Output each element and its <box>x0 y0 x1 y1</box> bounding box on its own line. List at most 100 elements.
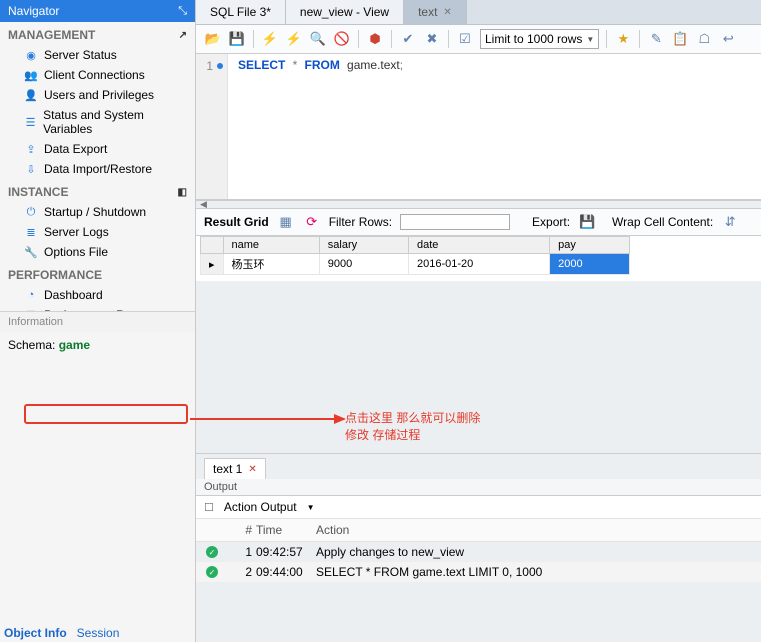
nav-item-data-import[interactable]: ⇩Data Import/Restore <box>0 159 195 179</box>
performance-section-title: PERFORMANCE <box>0 262 195 285</box>
cell-salary[interactable]: 9000 <box>319 254 408 275</box>
stop-icon[interactable]: 🚫 <box>333 30 351 48</box>
grid-icon[interactable]: ▦ <box>277 213 295 231</box>
limit-config-icon[interactable]: ☑ <box>456 30 474 48</box>
result-sub-tabs: text 1✕ <box>196 453 761 479</box>
nav-item-data-export[interactable]: ⇪Data Export <box>0 139 195 159</box>
sql-toolbar: 📂 💾 ⚡ ⚡ 🔍 🚫 ⬢ ✔ ✖ ☑ Limit to 1000 rows▼ … <box>196 25 761 54</box>
nav-item-server-status[interactable]: ◉Server Status <box>0 45 195 65</box>
nav-item-users-privileges[interactable]: 👤Users and Privileges <box>0 85 195 105</box>
status-icon: ☰ <box>24 115 37 129</box>
autocommit-off-icon[interactable]: ✖ <box>423 30 441 48</box>
users-icon: 👤 <box>24 88 38 102</box>
editor-tabs: SQL File 3* new_view - View text✕ <box>196 0 761 25</box>
cell-pay[interactable]: 2000 <box>550 254 630 275</box>
success-icon: ✓ <box>206 546 218 558</box>
limit-rows-combo[interactable]: Limit to 1000 rows▼ <box>480 29 599 49</box>
output-row[interactable]: ✓ 2 09:44:00 SELECT * FROM game.text LIM… <box>196 562 761 582</box>
snippets-icon[interactable]: 📋 <box>671 30 689 48</box>
find-icon[interactable]: ✎ <box>647 30 665 48</box>
navigator-panel: Navigator ⤡ MANAGEMENT ↗ ◉Server Status … <box>0 0 196 642</box>
instance-section-title: INSTANCE ◧ <box>0 179 195 202</box>
grid-row[interactable]: ▸ 杨玉环 9000 2016-01-20 2000 <box>201 254 630 275</box>
info-bottom-tabs: Object Info Session <box>4 626 119 640</box>
collapse-icon[interactable]: ⤡ <box>178 5 187 18</box>
filter-rows-label: Filter Rows: <box>329 215 392 229</box>
output-title: Output <box>196 479 761 496</box>
nav-item-status-variables[interactable]: ☰Status and System Variables <box>0 105 195 139</box>
editor-gutter: 1 <box>196 54 228 199</box>
output-type-combo[interactable]: Action Output▼ <box>220 499 319 515</box>
tab-sql-file-3[interactable]: SQL File 3* <box>196 0 286 24</box>
nav-item-options-file[interactable]: 🔧Options File <box>0 242 195 262</box>
code-area[interactable]: SELECT * FROM game.text; <box>228 54 413 199</box>
wrap-icon[interactable]: ↩ <box>719 30 737 48</box>
grid-header-row: name salary date pay <box>201 237 630 254</box>
filter-rows-input[interactable] <box>400 214 510 230</box>
row-indicator-header <box>201 237 224 254</box>
col-salary[interactable]: salary <box>319 237 408 254</box>
result-toolbar: Result Grid ▦ ⟳ Filter Rows: Export: 💾 W… <box>196 208 761 236</box>
output-row[interactable]: ✓ 1 09:42:57 Apply changes to new_view <box>196 542 761 562</box>
nav-item-server-logs[interactable]: ≣Server Logs <box>0 222 195 242</box>
tab-session[interactable]: Session <box>77 626 120 640</box>
col-time: Time <box>254 521 314 539</box>
navigator-title: Navigator <box>8 4 59 18</box>
result-grid-label: Result Grid <box>204 215 269 229</box>
power-icon: ⏻ <box>24 205 38 219</box>
keyboard-icon[interactable]: ☖ <box>695 30 713 48</box>
nav-item-dashboard[interactable]: ◔Dashboard <box>0 285 195 305</box>
information-header: Information <box>0 311 195 332</box>
schema-name: game <box>59 338 90 352</box>
export-icon: ⇪ <box>24 142 38 156</box>
execute-step-icon[interactable]: ⚡ <box>285 30 303 48</box>
autocommit-on-icon[interactable]: ✔ <box>399 30 417 48</box>
import-icon: ⇩ <box>24 162 38 176</box>
chevron-down-icon: ▼ <box>307 503 315 512</box>
output-window-icon[interactable]: ☐ <box>204 501 214 514</box>
detach-icon[interactable]: ↗ <box>179 30 187 41</box>
nav-item-client-connections[interactable]: 👥Client Connections <box>0 65 195 85</box>
export-result-icon[interactable]: 💾 <box>578 213 596 231</box>
execute-icon[interactable]: ⚡ <box>261 30 279 48</box>
sql-editor[interactable]: 1 SELECT * FROM game.text; <box>196 54 761 200</box>
logs-icon: ≣ <box>24 225 38 239</box>
col-pay[interactable]: pay <box>550 237 630 254</box>
beautify-icon[interactable]: ★ <box>614 30 632 48</box>
wrap-cell-label: Wrap Cell Content: <box>612 215 713 229</box>
instance-icon: ◧ <box>178 187 187 198</box>
refresh-result-icon[interactable]: ⟳ <box>303 213 321 231</box>
close-icon[interactable]: ✕ <box>443 7 451 18</box>
col-action: Action <box>314 521 753 539</box>
cell-name[interactable]: 杨玉环 <box>223 254 319 275</box>
close-icon[interactable]: ✕ <box>248 464 256 475</box>
open-icon[interactable]: 📂 <box>204 30 222 48</box>
commit-icon[interactable]: ⬢ <box>366 30 384 48</box>
nav-item-startup-shutdown[interactable]: ⏻Startup / Shutdown <box>0 202 195 222</box>
result-grid[interactable]: name salary date pay ▸ 杨玉环 9000 2016-01-… <box>196 236 761 281</box>
col-date[interactable]: date <box>409 237 550 254</box>
row-indicator[interactable]: ▸ <box>201 254 224 275</box>
explain-icon[interactable]: 🔍 <box>309 30 327 48</box>
col-name[interactable]: name <box>223 237 319 254</box>
sub-tab-text1[interactable]: text 1✕ <box>204 458 266 479</box>
save-icon[interactable]: 💾 <box>228 30 246 48</box>
tab-text[interactable]: text✕ <box>404 0 467 24</box>
tab-new-view[interactable]: new_view - View <box>286 0 404 24</box>
output-header: # Time Action <box>196 519 761 542</box>
navigator-header: Navigator ⤡ <box>0 0 195 22</box>
cell-date[interactable]: 2016-01-20 <box>409 254 550 275</box>
server-status-icon: ◉ <box>24 48 38 62</box>
options-icon: 🔧 <box>24 245 38 259</box>
management-section-title: MANAGEMENT ↗ <box>0 22 195 45</box>
clients-icon: 👥 <box>24 68 38 82</box>
breakpoint-icon[interactable] <box>217 63 223 69</box>
chevron-down-icon: ▼ <box>586 35 594 44</box>
schema-info: Schema: game <box>0 332 195 358</box>
output-selector: ☐ Action Output▼ <box>196 496 761 519</box>
success-icon: ✓ <box>206 566 218 578</box>
tab-object-info[interactable]: Object Info <box>4 626 67 640</box>
export-label: Export: <box>532 215 570 229</box>
main-panel: SQL File 3* new_view - View text✕ 📂 💾 ⚡ … <box>196 0 761 642</box>
wrap-cell-icon[interactable]: ⇵ <box>721 213 739 231</box>
